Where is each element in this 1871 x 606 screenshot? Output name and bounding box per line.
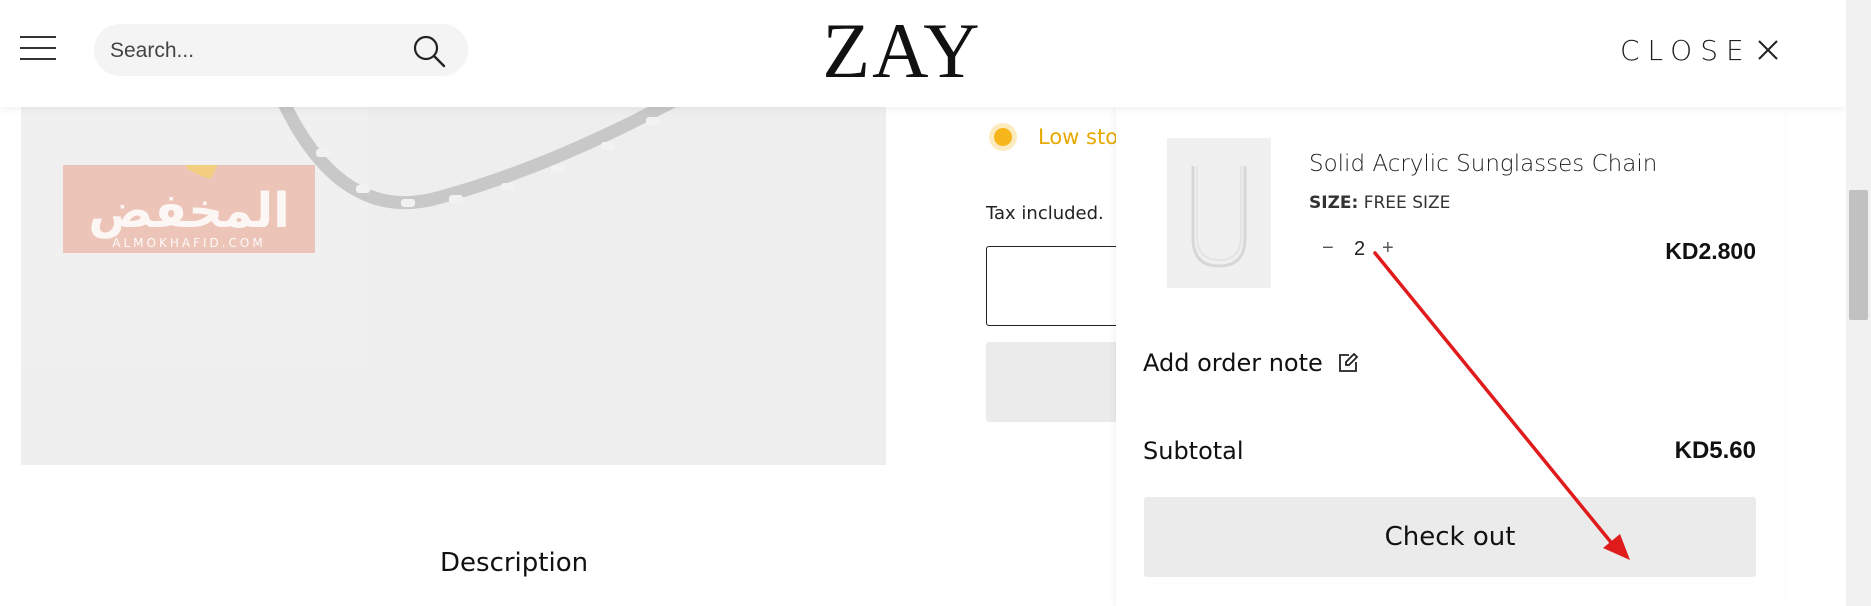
site-logo[interactable]: ZAY bbox=[812, 6, 992, 96]
stock-indicator-icon bbox=[994, 128, 1012, 146]
checkout-button[interactable]: Check out bbox=[1144, 497, 1756, 577]
quantity-increase-button[interactable]: + bbox=[1382, 237, 1394, 260]
size-value: FREE SIZE bbox=[1363, 193, 1451, 213]
subtotal-value: KD5.60 bbox=[1674, 437, 1756, 464]
menu-icon[interactable] bbox=[20, 34, 56, 62]
search-input[interactable] bbox=[108, 36, 402, 66]
cart-item-title[interactable]: Solid Acrylic Sunglasses Chain bbox=[1309, 151, 1657, 177]
cart-item-image[interactable] bbox=[1167, 138, 1271, 288]
order-note-label: Add order note bbox=[1143, 349, 1323, 377]
cart-drawer: Solid Acrylic Sunglasses Chain SIZE: FRE… bbox=[1116, 107, 1785, 606]
subtotal-label: Subtotal bbox=[1143, 437, 1244, 465]
size-label: SIZE: bbox=[1309, 193, 1359, 213]
close-cart-button[interactable]: CLOSE bbox=[1620, 28, 1780, 72]
edit-icon bbox=[1338, 352, 1359, 372]
stock-status: Low sto bbox=[1038, 125, 1119, 149]
scrollbar-thumb[interactable] bbox=[1849, 190, 1868, 320]
search-icon[interactable] bbox=[412, 34, 446, 68]
cart-item-price: KD2.800 bbox=[1665, 238, 1756, 264]
quantity-decrease-button[interactable]: − bbox=[1322, 237, 1334, 260]
scrollbar[interactable] bbox=[1846, 0, 1871, 606]
add-order-note-button[interactable]: Add order note bbox=[1143, 349, 1359, 377]
description-heading[interactable]: Description bbox=[440, 548, 588, 578]
quantity-value: 2 bbox=[1354, 238, 1366, 260]
cart-item-size: SIZE: FREE SIZE bbox=[1309, 193, 1450, 213]
close-label: CLOSE bbox=[1620, 33, 1752, 67]
site-header: ZAY CLOSE bbox=[0, 0, 1846, 107]
svg-text:المخفض: المخفض bbox=[88, 183, 289, 239]
product-image[interactable]: المخفض ALMOKHAFID.COM bbox=[21, 107, 886, 465]
search-bar bbox=[94, 24, 468, 76]
svg-text:ALMOKHAFID.COM: ALMOKHAFID.COM bbox=[112, 236, 265, 250]
tax-note: Tax included. bbox=[986, 203, 1104, 224]
watermark-logo: المخفض ALMOKHAFID.COM bbox=[63, 149, 315, 253]
close-icon bbox=[1757, 40, 1778, 60]
